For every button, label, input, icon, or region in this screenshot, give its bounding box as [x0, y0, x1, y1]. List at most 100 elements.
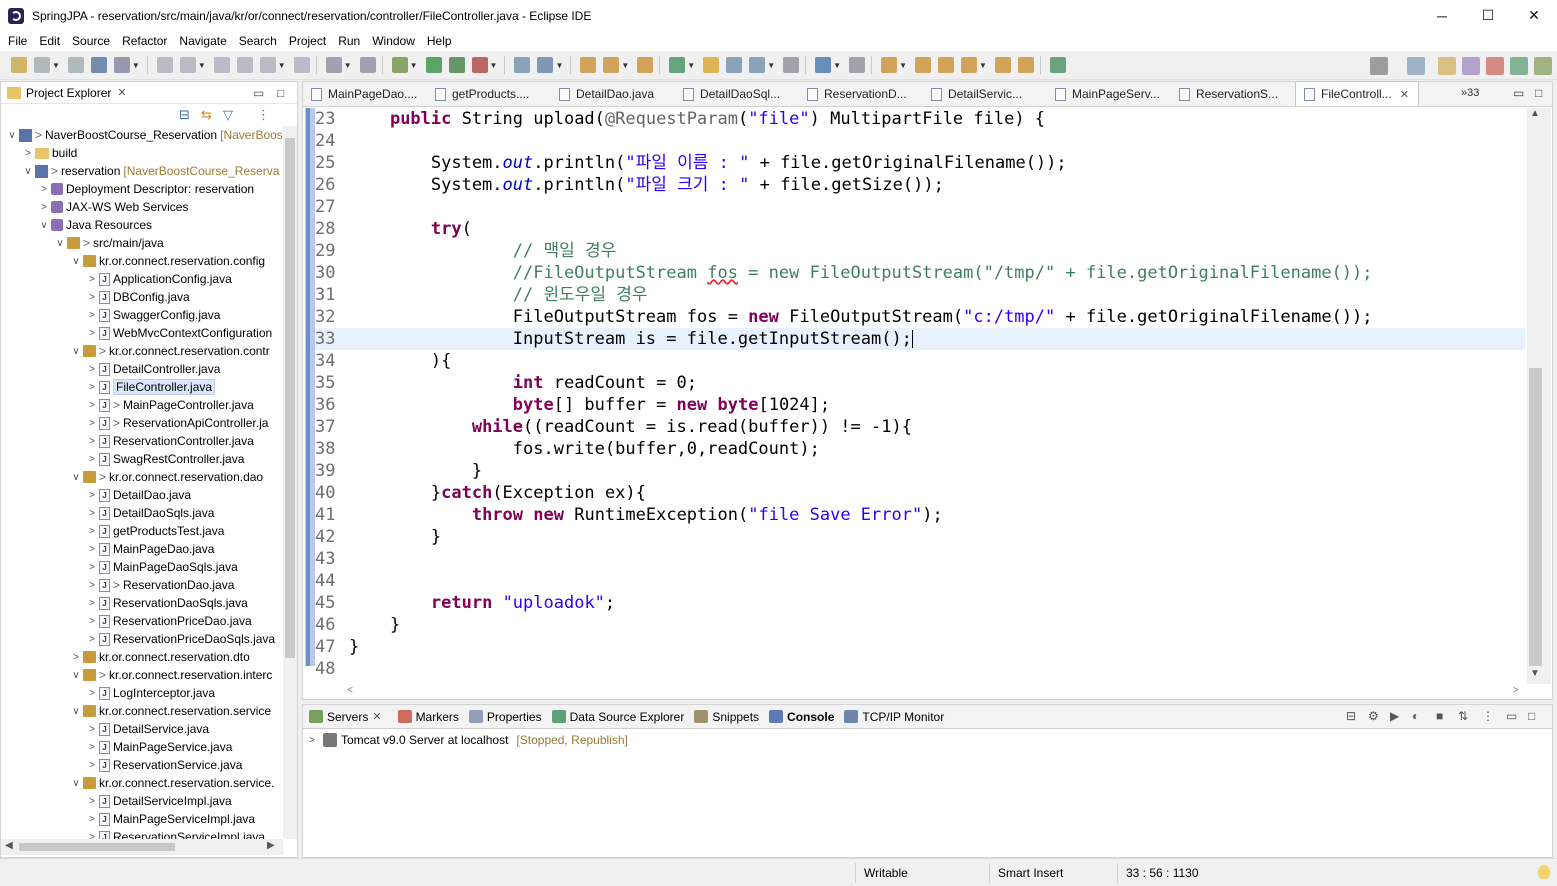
expand-icon[interactable]: >: [87, 724, 97, 735]
stop-server-icon[interactable]: ■: [1436, 709, 1443, 723]
terminal-icon[interactable]: [90, 57, 107, 73]
menu-run[interactable]: Run: [332, 34, 366, 48]
scroll-thumb[interactable]: [285, 138, 295, 658]
code-line[interactable]: 36 byte[] buffer = new byte[1024];: [315, 394, 830, 416]
open-type-icon[interactable]: [580, 57, 597, 73]
menu-help[interactable]: Help: [421, 34, 458, 48]
new-icon[interactable]: [11, 57, 27, 73]
toggle-highlight-icon[interactable]: [703, 57, 720, 73]
code-line[interactable]: 48: [315, 658, 349, 680]
code-line[interactable]: 32 FileOutputStream fos = new FileOutput…: [315, 306, 1373, 328]
expand-icon[interactable]: >: [71, 652, 81, 663]
collapse-icon[interactable]: ∨: [71, 256, 81, 267]
code-line[interactable]: 38 fos.write(buffer,0,readCount);: [315, 438, 820, 460]
expand-icon[interactable]: >: [87, 436, 97, 447]
chevron-down-icon[interactable]: ▼: [979, 61, 987, 70]
tree-item[interactable]: > J LogInterceptor.java: [1, 684, 283, 702]
menu-window[interactable]: Window: [366, 34, 421, 48]
tree-item[interactable]: > J ReservationPriceDaoSqls.java: [1, 630, 283, 648]
expand-icon[interactable]: >: [39, 184, 49, 195]
terminate-icon[interactable]: [213, 57, 230, 73]
scroll-left-icon[interactable]: ◀: [5, 840, 13, 851]
chevron-down-icon[interactable]: ▼: [899, 61, 907, 70]
code-line[interactable]: 44: [315, 570, 349, 592]
tree-item[interactable]: > J DetailDaoSqls.java: [1, 504, 283, 522]
external-tools-icon[interactable]: [471, 57, 488, 73]
expand-icon[interactable]: >: [87, 814, 97, 825]
minimize-view-icon[interactable]: ▭: [1506, 709, 1517, 723]
tree-item[interactable]: ∨ > reservation [NaverBoostCourse_Reserva: [1, 162, 283, 180]
chevron-down-icon[interactable]: ▼: [278, 61, 286, 70]
open-task-icon[interactable]: [603, 57, 620, 73]
more-tabs-button[interactable]: »33: [1461, 87, 1479, 99]
new-class-icon[interactable]: [537, 57, 554, 73]
code-line[interactable]: 29 // 맥일 경우: [315, 240, 616, 262]
collapse-icon[interactable]: ∨: [71, 472, 81, 483]
open-perspective-icon[interactable]: [1049, 57, 1066, 73]
expand-icon[interactable]: >: [87, 418, 97, 429]
code-line[interactable]: 43: [315, 548, 349, 570]
publish-icon[interactable]: ⇅: [1458, 709, 1468, 723]
expand-icon[interactable]: >: [39, 202, 49, 213]
chevron-down-icon[interactable]: ▼: [621, 61, 629, 70]
chevron-down-icon[interactable]: ▼: [490, 61, 498, 70]
menu-file[interactable]: File: [2, 34, 33, 48]
next-annotation-icon[interactable]: [881, 57, 898, 73]
save-icon[interactable]: [34, 57, 50, 73]
collapse-icon[interactable]: ∨: [71, 346, 81, 357]
collapse-icon[interactable]: ∨: [71, 778, 81, 789]
expand-icon[interactable]: >: [87, 616, 97, 627]
code-line[interactable]: 34 ){: [315, 350, 451, 372]
code-line[interactable]: 37 while((readCount = is.read(buffer)) !…: [315, 416, 912, 438]
step-over-icon[interactable]: [293, 57, 310, 73]
collapse-icon[interactable]: ⊟: [1346, 709, 1356, 723]
tree-item[interactable]: > JAX-WS Web Services: [1, 198, 283, 216]
scroll-right-icon[interactable]: ▶: [267, 840, 275, 851]
editor-tab[interactable]: MainPageServ...: [1047, 82, 1171, 106]
expand-icon[interactable]: >: [87, 400, 97, 411]
tree-item[interactable]: > J SwaggerConfig.java: [1, 306, 283, 324]
scroll-up-icon[interactable]: ▲: [1530, 108, 1540, 119]
maximize-view-icon[interactable]: □: [277, 86, 284, 100]
chevron-down-icon[interactable]: ▼: [687, 61, 695, 70]
editor-tab[interactable]: ReservationS...: [1171, 82, 1295, 106]
menu-navigate[interactable]: Navigate: [173, 34, 232, 48]
scroll-thumb[interactable]: [1529, 368, 1542, 666]
expand-icon[interactable]: >: [87, 292, 97, 303]
tab-markers[interactable]: Markers: [397, 710, 459, 724]
menu-search[interactable]: Search: [233, 34, 283, 48]
tree-item[interactable]: > J DetailDao.java: [1, 486, 283, 504]
toggle-block-icon[interactable]: [749, 57, 766, 73]
tree-item[interactable]: > kr.or.connect.reservation.dto: [1, 648, 283, 666]
tree-item[interactable]: ∨ kr.or.connect.reservation.service.: [1, 774, 283, 792]
tree-item[interactable]: > J ReservationController.java: [1, 432, 283, 450]
tab-data-source-explorer[interactable]: Data Source Explorer: [551, 710, 684, 724]
close-button[interactable]: ✕: [1511, 0, 1557, 31]
tab-tcp-ip-monitor[interactable]: TCP/IP Monitor: [844, 710, 944, 724]
editor-tab[interactable]: ReservationD...: [799, 82, 923, 106]
tree-item[interactable]: ∨ > kr.or.connect.reservation.contr: [1, 342, 283, 360]
maximize-view-icon[interactable]: □: [1535, 86, 1542, 100]
chevron-down-icon[interactable]: ▼: [555, 61, 563, 70]
expand-icon[interactable]: >: [87, 634, 97, 645]
server-list-item[interactable]: > Tomcat v9.0 Server at localhost [Stopp…: [309, 731, 628, 749]
expand-icon[interactable]: >: [87, 454, 97, 465]
chevron-down-icon[interactable]: ▼: [767, 61, 775, 70]
scroll-down-icon[interactable]: ▼: [1530, 668, 1540, 679]
explorer-title[interactable]: Project Explorer: [26, 86, 111, 100]
code-line[interactable]: 24: [315, 130, 349, 152]
paragraph-icon[interactable]: [783, 57, 800, 73]
expand-icon[interactable]: >: [87, 274, 97, 285]
tip-bulb-icon[interactable]: [1538, 865, 1550, 879]
code-line[interactable]: 46 }: [315, 614, 400, 636]
scroll-left-icon[interactable]: <: [347, 685, 353, 696]
code-line[interactable]: 42 }: [315, 526, 441, 548]
step-into-icon[interactable]: [259, 57, 276, 73]
code-line[interactable]: 41 throw new RuntimeException("file Save…: [315, 504, 943, 526]
tree-item[interactable]: > J DetailService.java: [1, 720, 283, 738]
tab-servers[interactable]: Servers ✕: [309, 710, 388, 724]
editor-horizontal-scrollbar[interactable]: < >: [343, 684, 1527, 698]
collapse-all-icon[interactable]: ⊟: [179, 107, 190, 123]
pin-editor-icon[interactable]: [1017, 57, 1034, 73]
expand-icon[interactable]: >: [87, 544, 97, 555]
